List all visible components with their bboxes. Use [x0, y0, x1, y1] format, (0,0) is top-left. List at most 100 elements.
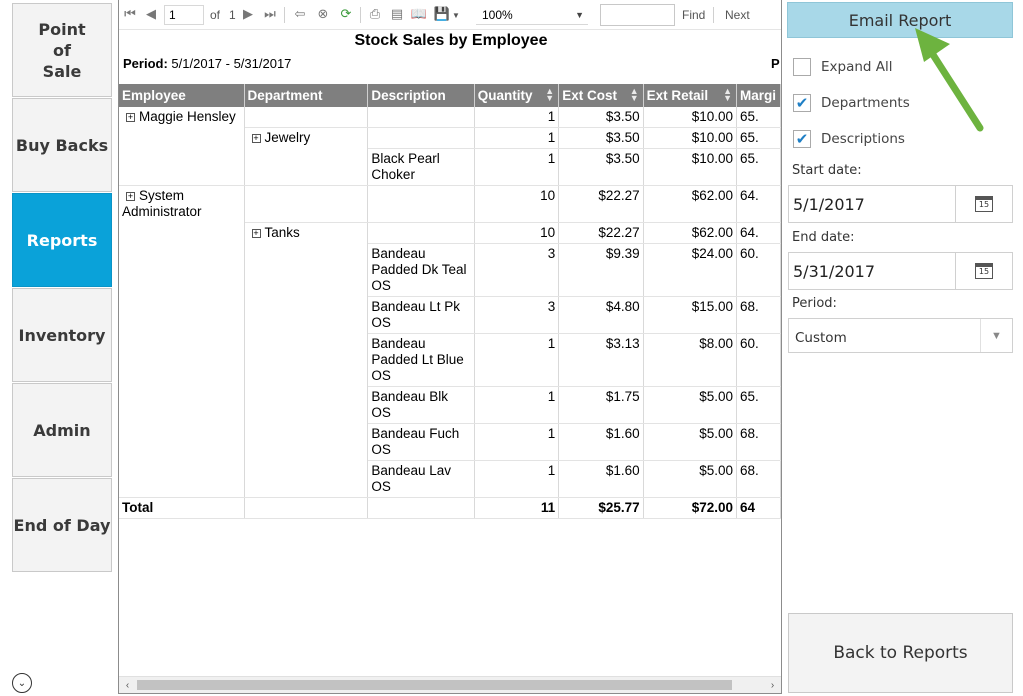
department-cell — [244, 107, 369, 128]
employee-cell — [119, 386, 245, 423]
expand-icon[interactable]: + — [126, 192, 135, 201]
descriptions-checkbox[interactable]: ✔ Descriptions — [793, 129, 905, 149]
first-page-icon[interactable]: ⏮ — [122, 6, 138, 22]
truncated-header-text: P — [771, 56, 780, 71]
descriptions-label: Descriptions — [821, 131, 905, 147]
column-header-margin[interactable]: Margi — [736, 84, 781, 107]
nav-end-of-day[interactable]: End of Day — [12, 478, 112, 572]
collapse-chevron-icon[interactable]: ⌄ — [12, 673, 32, 693]
column-header-employee[interactable]: Employee — [119, 84, 245, 107]
nav-buy-backs[interactable]: Buy Backs — [12, 98, 112, 192]
column-header-description[interactable]: Description — [367, 84, 475, 107]
margin-cell: 68. — [736, 423, 781, 461]
description-cell: Black Pearl Choker — [367, 148, 475, 186]
table-row: Bandeau Lt Pk OS 3 $4.80 $15.00 68. — [119, 296, 781, 334]
ext-retail-cell: $5.00 — [643, 460, 737, 498]
employee-cell — [119, 222, 245, 243]
department-cell: + Tanks — [244, 222, 369, 243]
ext-retail-cell: $5.00 — [643, 423, 737, 461]
quantity-cell: 1 — [474, 333, 560, 387]
sort-icon[interactable]: ▲ ▼ — [630, 87, 639, 103]
departments-checkbox[interactable]: ✔ Departments — [793, 93, 910, 113]
chevron-down-icon: ▼ — [575, 9, 584, 20]
employee-cell — [119, 423, 245, 460]
period-label: Period: — [792, 296, 837, 311]
last-page-icon[interactable]: ⏭ — [262, 6, 278, 22]
checkmark-icon[interactable]: ✔ — [793, 130, 811, 148]
quantity-cell: 1 — [474, 107, 560, 128]
nav-admin[interactable]: Admin — [12, 383, 112, 477]
margin-cell: 65. — [736, 107, 781, 128]
scroll-right-icon[interactable]: › — [764, 677, 781, 693]
ext-retail-cell: $62.00 — [643, 185, 737, 223]
column-header-ext-cost[interactable]: Ext Cost ▲ ▼ — [558, 84, 644, 107]
print-layout-icon[interactable]: ▤ — [389, 6, 405, 22]
horizontal-scrollbar[interactable]: ‹ › — [119, 676, 781, 693]
expand-all-checkbox[interactable]: Expand All — [793, 57, 893, 77]
quantity-cell: 10 — [474, 222, 560, 244]
expand-icon[interactable]: + — [126, 113, 135, 122]
checkbox-unchecked-icon[interactable] — [793, 58, 811, 76]
total-ext-retail: $72.00 — [643, 497, 737, 519]
next-link[interactable]: Next — [725, 6, 750, 24]
stop-icon[interactable]: ⊗ — [315, 6, 331, 22]
next-page-icon[interactable]: ▶ — [240, 6, 256, 22]
ext-cost-cell: $1.60 — [558, 423, 644, 461]
column-header-department[interactable]: Department — [244, 84, 369, 107]
toolbar-divider — [713, 7, 714, 23]
ext-cost-cell: $9.39 — [558, 243, 644, 297]
period-select[interactable]: Custom ▼ — [788, 318, 1013, 353]
start-date-field[interactable]: 5/1/2017 15 — [788, 185, 1013, 223]
description-cell — [367, 127, 475, 149]
sort-icon[interactable]: ▲ ▼ — [545, 87, 554, 103]
margin-cell: 65. — [736, 148, 781, 186]
find-link[interactable]: Find — [682, 6, 705, 24]
export-icon[interactable]: 💾 — [434, 6, 450, 22]
expand-icon[interactable]: + — [251, 134, 261, 143]
description-cell — [367, 107, 475, 128]
toolbar-divider — [284, 7, 285, 23]
sort-icon[interactable]: ▲ ▼ — [723, 87, 732, 103]
column-header-quantity[interactable]: Quantity ▲ ▼ — [474, 84, 560, 107]
print-icon[interactable]: ⎙ — [367, 6, 383, 22]
column-header-ext-retail[interactable]: Ext Retail ▲ ▼ — [643, 84, 737, 107]
margin-cell: 64. — [736, 185, 781, 223]
nav-point-of-sale[interactable]: Point of Sale — [12, 3, 112, 97]
scroll-left-icon[interactable]: ‹ — [119, 677, 136, 693]
previous-page-icon[interactable]: ◀ — [143, 6, 159, 22]
table-row: Bandeau Fuch OS 1 $1.60 $5.00 68. — [119, 423, 781, 461]
nav-inventory[interactable]: Inventory — [12, 288, 112, 382]
margin-cell: 65. — [736, 386, 781, 424]
quantity-cell: 3 — [474, 243, 560, 297]
expand-icon[interactable]: + — [251, 228, 261, 238]
quantity-cell: 1 — [474, 423, 560, 461]
nav-reports[interactable]: Reports — [12, 193, 112, 287]
total-quantity: 11 — [474, 497, 560, 519]
end-date-field[interactable]: 5/31/2017 15 — [788, 252, 1013, 290]
back-icon[interactable]: ⇦ — [292, 6, 308, 22]
table-row: + Jewelry 1 $3.50 $10.00 65. — [119, 127, 781, 149]
export-dropdown-icon[interactable]: ▼ — [452, 6, 460, 24]
ext-cost-cell: $3.13 — [558, 333, 644, 387]
ext-retail-cell: $10.00 — [643, 148, 737, 186]
refresh-icon[interactable]: ⟳ — [338, 6, 354, 22]
page-number-input[interactable] — [164, 5, 204, 25]
calendar-button[interactable]: 15 — [955, 253, 1012, 289]
back-to-reports-button[interactable]: Back to Reports — [788, 613, 1013, 693]
departments-label: Departments — [821, 95, 910, 111]
checkmark-icon[interactable]: ✔ — [793, 94, 811, 112]
quantity-cell: 1 — [474, 460, 560, 498]
employee-cell — [119, 148, 245, 186]
page-setup-icon[interactable]: 📖 — [411, 6, 427, 22]
report-viewer: ⏮ ◀ of 1 ▶ ⏭ ⇦ ⊗ ⟳ ⎙ ▤ 📖 💾 ▼ 100% ▼ Find… — [118, 0, 782, 694]
employee-cell — [119, 333, 245, 386]
period-label: Period: — [123, 56, 168, 71]
zoom-select[interactable]: 100% ▼ — [476, 5, 588, 25]
chevron-down-icon[interactable]: ▼ — [980, 319, 1012, 352]
calendar-button[interactable]: 15 — [955, 186, 1012, 222]
quantity-cell: 3 — [474, 296, 560, 334]
find-input[interactable] — [600, 4, 675, 26]
email-report-button[interactable]: Email Report — [787, 2, 1013, 38]
scrollbar-thumb[interactable] — [137, 680, 732, 690]
margin-cell: 64. — [736, 222, 781, 244]
